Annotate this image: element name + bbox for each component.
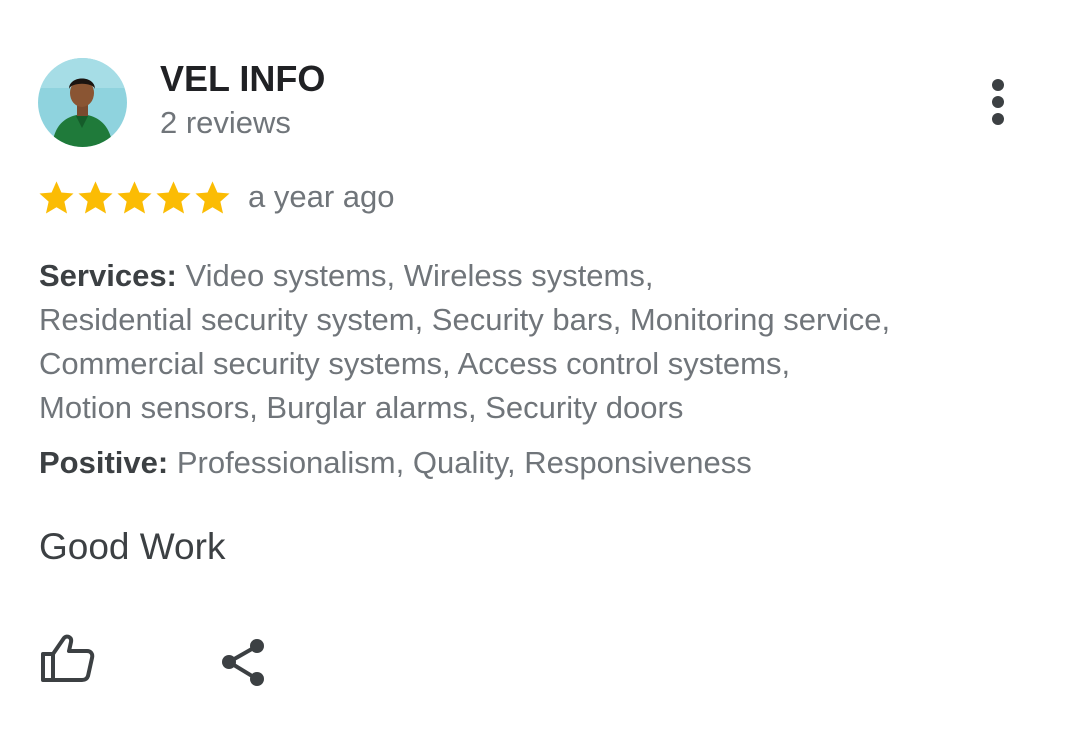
share-button[interactable] xyxy=(216,634,270,690)
review-time: a year ago xyxy=(248,179,395,214)
like-button[interactable] xyxy=(38,632,98,686)
star-icon xyxy=(155,178,192,218)
services-label: Services: xyxy=(39,258,177,293)
services-line-4: Motion sensors, Burglar alarms, Security… xyxy=(39,390,684,425)
positive-label: Positive: xyxy=(39,445,169,480)
more-options-button[interactable] xyxy=(976,76,1020,130)
star-icon xyxy=(77,178,114,218)
more-vertical-icon xyxy=(992,79,1004,125)
star-icon xyxy=(194,178,231,218)
services-line-3: Commercial security systems, Access cont… xyxy=(39,346,791,381)
review-count[interactable]: 2 reviews xyxy=(160,104,291,142)
positive-attribute: Positive: Professionalism, Quality, Resp… xyxy=(39,441,752,485)
star-icon xyxy=(116,178,153,218)
share-icon xyxy=(222,639,264,686)
avatar[interactable] xyxy=(38,58,127,147)
services-attribute: Services: Video systems, Wireless system… xyxy=(39,254,999,430)
services-line-1: Services: Video systems, Wireless system… xyxy=(39,254,999,298)
services-line-2: Residential security system, Security ba… xyxy=(39,302,891,337)
author-name[interactable]: VEL INFO xyxy=(160,58,325,100)
services-value-1: Video systems, Wireless systems, xyxy=(176,258,654,293)
review-text: Good Work xyxy=(39,526,226,567)
thumbs-up-icon xyxy=(41,634,95,682)
star-icon xyxy=(38,178,75,218)
positive-value: Professionalism, Quality, Responsiveness xyxy=(168,445,752,480)
star-rating xyxy=(38,178,231,218)
